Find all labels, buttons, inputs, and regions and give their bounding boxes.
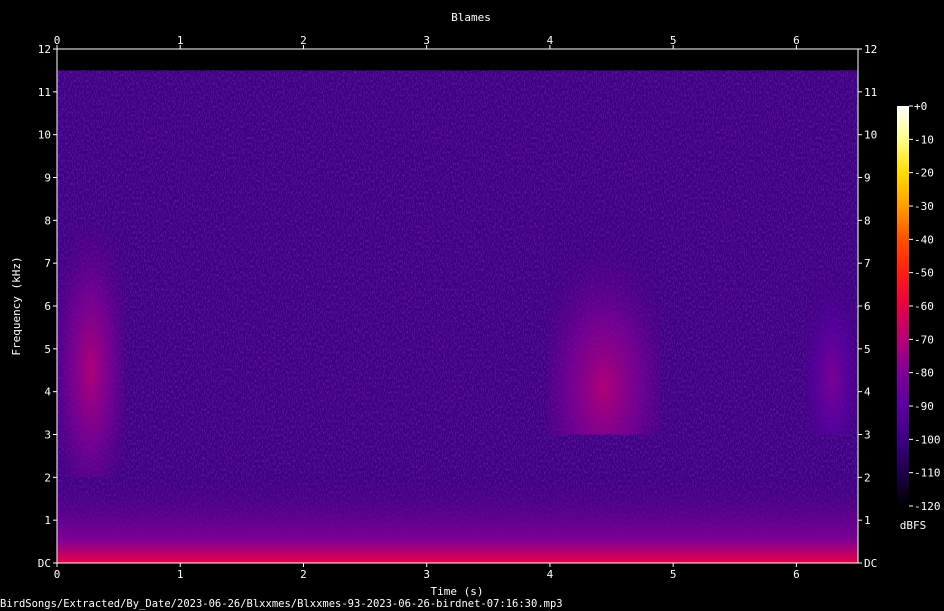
colorbar-tick-label: -10 xyxy=(914,133,934,146)
y-tick-label-right: DC xyxy=(864,557,877,570)
colorbar-tick-label: -110 xyxy=(914,467,941,480)
colorbar-tick-label: -60 xyxy=(914,300,934,313)
y-tick-label-right: 1 xyxy=(864,514,871,527)
colorbar-tick-label: -120 xyxy=(914,500,941,513)
y-tick-label: 10 xyxy=(38,129,51,142)
colorbar xyxy=(897,106,909,506)
y-tick-label-right: 11 xyxy=(864,86,877,99)
x-tick-label-top: 3 xyxy=(423,34,430,47)
y-tick-label: 9 xyxy=(44,172,51,185)
y-tick-label-right: 7 xyxy=(864,257,871,270)
x-tick-label-top: 6 xyxy=(793,34,800,47)
colorbar-unit-label: dBFS xyxy=(900,519,927,532)
x-tick-label: 3 xyxy=(423,568,430,581)
x-tick-label: 1 xyxy=(177,568,184,581)
y-tick-label: 8 xyxy=(44,214,51,227)
y-tick-label: 3 xyxy=(44,429,51,442)
y-axis-label: Frequency (kHz) xyxy=(10,256,23,355)
y-tick-label: DC xyxy=(38,557,51,570)
colorbar-ticks: +0 -10 -20 -30 -40 -50 -60 -70 -80 -90 -100 -110 -12… xyxy=(909,100,941,513)
y-tick-label-right: 12 xyxy=(864,43,877,56)
chart-title: Blames xyxy=(451,11,491,24)
y-tick-label: 5 xyxy=(44,343,51,356)
x-tick-label-top: 1 xyxy=(177,34,184,47)
x-tick-label: 6 xyxy=(793,568,800,581)
x-tick-label-top: 2 xyxy=(300,34,307,47)
x-axis-label: Time (s) xyxy=(431,585,484,598)
colorbar-tick-label: +0 xyxy=(914,100,927,113)
low-frequency-band xyxy=(57,468,858,563)
y-tick-label: 11 xyxy=(38,86,51,99)
x-tick-label-top: 5 xyxy=(670,34,677,47)
y-tick-label-right: 5 xyxy=(864,343,871,356)
y-tick-label: 12 xyxy=(38,43,51,56)
x-tick-label-top: 0 xyxy=(54,34,61,47)
x-tick-label: 2 xyxy=(300,568,307,581)
spectrogram-figure: Blames 00112233445566 DC DC1 12 23 34 45 56 67 7… xyxy=(0,11,941,610)
bird-call-region xyxy=(547,211,661,435)
colorbar-tick-label: -30 xyxy=(914,200,934,213)
y-tick-label: 1 xyxy=(44,514,51,527)
y-tick-label-right: 6 xyxy=(864,300,871,313)
bird-call-region xyxy=(806,271,858,435)
colorbar-tick-label: -50 xyxy=(914,267,934,280)
colorbar-tick-label: -70 xyxy=(914,333,934,346)
y-tick-label-right: 8 xyxy=(864,214,871,227)
y-tick-label-right: 2 xyxy=(864,471,871,484)
x-tick-label: 0 xyxy=(54,568,61,581)
y-tick-label: 7 xyxy=(44,257,51,270)
colorbar-tick-label: -100 xyxy=(914,433,941,446)
y-tick-label-right: 10 xyxy=(864,129,877,142)
x-tick-label-top: 4 xyxy=(547,34,554,47)
y-tick-label-right: 3 xyxy=(864,429,871,442)
colorbar-tick-label: -20 xyxy=(914,167,934,180)
colorbar-tick-label: -90 xyxy=(914,400,934,413)
file-path-text: BirdSongs/Extracted/By_Date/2023-06-26/B… xyxy=(0,598,563,610)
y-tick-label-right: 9 xyxy=(864,172,871,185)
spectrogram-heatmap xyxy=(57,70,858,563)
colorbar-tick-label: -80 xyxy=(914,367,934,380)
y-tick-label-right: 4 xyxy=(864,386,871,399)
y-tick-label: 6 xyxy=(44,300,51,313)
colorbar-tick-label: -40 xyxy=(914,233,934,246)
y-tick-label: 2 xyxy=(44,471,51,484)
y-tick-label: 4 xyxy=(44,386,51,399)
x-tick-label: 4 xyxy=(547,568,554,581)
x-tick-label: 5 xyxy=(670,568,677,581)
bird-call-region xyxy=(57,228,125,478)
